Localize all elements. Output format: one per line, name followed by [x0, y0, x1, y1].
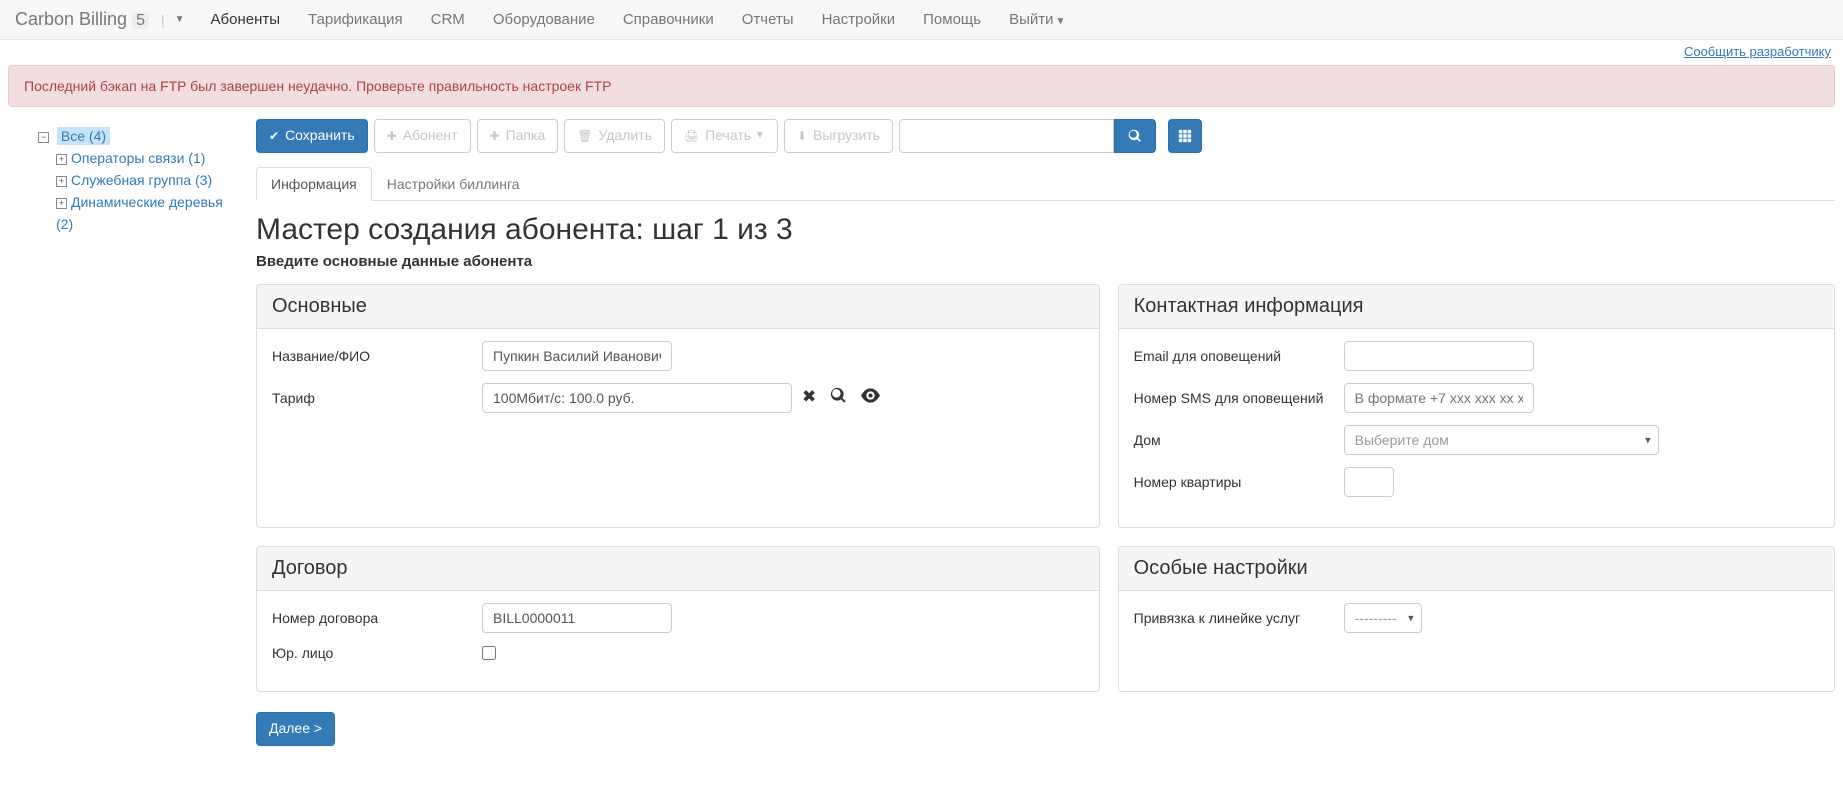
plus-icon: ✚	[490, 128, 500, 145]
sms-label: Номер SMS для оповещений	[1134, 390, 1344, 406]
contract-number-input[interactable]	[482, 603, 672, 633]
apt-input[interactable]	[1344, 467, 1394, 497]
name-label: Название/ФИО	[272, 348, 482, 364]
tariff-label: Тариф	[272, 390, 482, 406]
panel-main: Основные Название/ФИО Тариф ✖	[256, 284, 1100, 528]
print-icon: 🖨	[684, 128, 699, 145]
page-title: Мастер создания абонента: шаг 1 из 3	[256, 213, 1835, 247]
panel-contact: Контактная информация Email для оповещен…	[1118, 284, 1835, 528]
plus-icon: ✚	[387, 128, 397, 145]
tree-expand-icon[interactable]: +	[56, 198, 67, 209]
brand-divider: |	[161, 12, 165, 28]
search-tariff-icon[interactable]	[830, 387, 847, 409]
panel-contract: Договор Номер договора Юр. лицо	[256, 546, 1100, 692]
apt-label: Номер квартиры	[1134, 474, 1344, 490]
nav-help[interactable]: Помощь	[909, 1, 995, 38]
tree-collapse-icon[interactable]: −	[38, 132, 49, 143]
print-button[interactable]: 🖨 Печать ▼	[671, 119, 778, 153]
download-icon: ⬇	[797, 128, 807, 145]
service-bind-label: Привязка к линейке услуг	[1134, 610, 1344, 626]
delete-label: Удалить	[598, 126, 651, 146]
export-button[interactable]: ⬇ Выгрузить	[784, 119, 893, 153]
sidebar-tree: − Все (4) + Операторы связи (1) + Служебна…	[8, 119, 248, 746]
grid-icon	[1178, 129, 1192, 143]
tab-information[interactable]: Информация	[256, 167, 372, 201]
save-label: Сохранить	[285, 126, 355, 146]
tree-expand-icon[interactable]: +	[56, 154, 67, 165]
eye-icon[interactable]	[861, 387, 880, 409]
tree-item-dynamic-trees[interactable]: Динамические деревья (2)	[56, 194, 223, 232]
search-button[interactable]	[1114, 119, 1156, 153]
trash-icon: 🗑	[577, 128, 592, 145]
name-input[interactable]	[482, 341, 672, 371]
page-subtitle: Введите основные данные абонента	[256, 253, 1835, 270]
abonent-button[interactable]: ✚ Абонент	[374, 119, 471, 153]
nav-directories[interactable]: Справочники	[609, 1, 728, 38]
export-label: Выгрузить	[813, 126, 880, 146]
tree-expand-icon[interactable]: +	[56, 176, 67, 187]
panel-special-heading: Особые настройки	[1119, 547, 1834, 591]
ftp-backup-alert: Последний бэкап на FTP был завершен неуд…	[8, 65, 1835, 107]
report-row: Сообщить разработчику	[0, 40, 1843, 59]
save-button[interactable]: ✔ Сохранить	[256, 119, 368, 153]
service-bind-select[interactable]: ---------	[1344, 603, 1422, 633]
search-icon	[1128, 129, 1142, 143]
house-label: Дом	[1134, 432, 1344, 448]
nav-logout[interactable]: Выйти▼	[995, 1, 1079, 38]
top-navbar: Carbon Billing 5 | ▼ Абоненты Тарификаци…	[0, 0, 1843, 40]
panel-main-heading: Основные	[257, 285, 1099, 329]
panel-contact-heading: Контактная информация	[1119, 285, 1834, 329]
house-select[interactable]: Выберите дом	[1344, 425, 1659, 455]
legal-entity-checkbox[interactable]	[482, 646, 496, 660]
content-area: ✔ Сохранить ✚ Абонент ✚ Папка 🗑 Удалить 🖨 Печ…	[248, 119, 1835, 746]
tree-item-operators[interactable]: Операторы связи (1)	[71, 150, 205, 166]
panel-contract-heading: Договор	[257, 547, 1099, 591]
delete-button[interactable]: 🗑 Удалить	[564, 119, 665, 153]
caret-down-icon: ▼	[755, 129, 765, 143]
brand-caret-icon[interactable]: ▼	[175, 14, 185, 25]
brand-version: 5	[132, 12, 149, 29]
nav-reports[interactable]: Отчеты	[728, 1, 808, 38]
nav-logout-label: Выйти	[1009, 11, 1053, 28]
nav-crm[interactable]: CRM	[417, 1, 479, 38]
grid-view-button[interactable]	[1168, 119, 1202, 153]
email-input[interactable]	[1344, 341, 1534, 371]
folder-label: Папка	[506, 126, 546, 146]
tariff-input[interactable]	[482, 383, 792, 413]
nav-tariffs[interactable]: Тарификация	[294, 1, 417, 38]
sms-input[interactable]	[1344, 383, 1534, 413]
tree-root-all[interactable]: Все (4)	[57, 127, 110, 145]
tabs: Информация Настройки биллинга	[256, 167, 1835, 201]
nav-settings[interactable]: Настройки	[808, 1, 910, 38]
print-label: Печать	[705, 126, 751, 146]
next-button[interactable]: Далее >	[256, 712, 335, 746]
email-label: Email для оповещений	[1134, 348, 1344, 364]
abonent-label: Абонент	[403, 126, 458, 146]
contract-number-label: Номер договора	[272, 610, 482, 626]
folder-button[interactable]: ✚ Папка	[477, 119, 559, 153]
search-input[interactable]	[899, 119, 1114, 153]
brand: Carbon Billing 5	[15, 9, 149, 30]
report-developer-link[interactable]: Сообщить разработчику	[1684, 44, 1831, 59]
nav-abonents[interactable]: Абоненты	[197, 1, 295, 38]
nav-equipment[interactable]: Оборудование	[479, 1, 609, 38]
nav-menu: Абоненты Тарификация CRM Оборудование Сп…	[197, 1, 1080, 38]
clear-icon[interactable]: ✖	[802, 387, 816, 409]
caret-down-icon: ▼	[1056, 16, 1066, 27]
tree-item-service-group[interactable]: Служебная группа (3)	[71, 172, 212, 188]
toolbar: ✔ Сохранить ✚ Абонент ✚ Папка 🗑 Удалить 🖨 Печ…	[256, 119, 1835, 153]
tab-billing-settings[interactable]: Настройки биллинга	[372, 167, 535, 201]
panel-special: Особые настройки Привязка к линейке услу…	[1118, 546, 1835, 692]
check-icon: ✔	[269, 128, 279, 145]
legal-entity-label: Юр. лицо	[272, 645, 482, 661]
brand-text: Carbon Billing	[15, 9, 127, 29]
